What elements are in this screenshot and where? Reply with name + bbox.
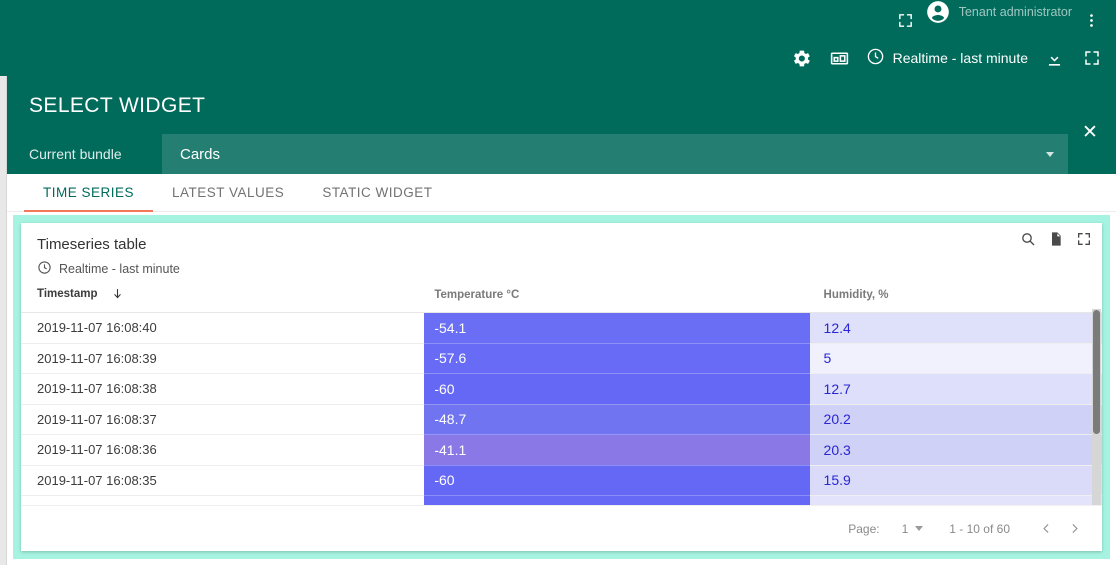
clock-icon — [866, 47, 885, 69]
gear-icon[interactable] — [790, 46, 814, 70]
cell-humidity: 5 — [809, 343, 1102, 374]
table-row[interactable]: 2019-11-07 16:08:39 -57.6 5 — [21, 343, 1102, 374]
chevron-right-icon[interactable] — [1060, 515, 1088, 543]
column-label: Timestamp — [37, 288, 98, 300]
account-circle-icon — [925, 0, 951, 25]
more-vert-icon[interactable] — [1076, 5, 1106, 35]
chevron-left-icon[interactable] — [1032, 515, 1060, 543]
paginator-page-label: Page: — [848, 521, 880, 536]
cell-timestamp: 2019-11-07 16:08:36 — [21, 434, 425, 466]
cell-temperature: -57.6 — [424, 343, 810, 374]
cell-humidity: 12.7 — [809, 373, 1102, 405]
tab-label: LATEST VALUES — [172, 185, 285, 200]
top-app-bar: Tenant administrator — [0, 0, 1116, 40]
bundle-select[interactable]: Cards — [162, 134, 1068, 174]
paginator-range-label: 1 - 10 of 60 — [949, 521, 1010, 536]
user-account[interactable]: Tenant administrator — [925, 0, 1072, 25]
column-label: Temperature °C — [434, 289, 520, 301]
tab-latest-values[interactable]: LATEST VALUES — [153, 174, 303, 211]
table-row[interactable]: 2019-11-07 16:08:40 -54.1 12.4 — [21, 312, 1102, 344]
dashboard-layout-icon[interactable] — [828, 46, 852, 70]
table-head: Timestamp Temperature °C Humidity, % — [21, 287, 1102, 313]
table-scroll-area[interactable]: Timestamp Temperature °C Humidity, % 201… — [21, 287, 1102, 515]
select-widget-dialog: SELECT WIDGET ✕ Current bundle Cards TIM… — [7, 76, 1116, 565]
cell-temperature: -60 — [424, 465, 810, 496]
paginator-page-value: 1 — [901, 521, 909, 536]
paginator-page-select[interactable]: 1 — [902, 522, 924, 536]
chevron-down-icon — [915, 526, 924, 531]
column-header-temperature[interactable]: Temperature °C — [424, 287, 810, 313]
widget-header: Timeseries table Realtime - last minute — [21, 223, 1102, 278]
fullscreen-icon[interactable] — [1080, 46, 1104, 70]
tab-time-series[interactable]: TIME SERIES — [24, 174, 154, 212]
app-root: Tenant administrator Realtime - last min… — [0, 0, 1116, 565]
table-body: 2019-11-07 16:08:40 -54.1 12.4 2019-11-07 1… — [21, 312, 1102, 515]
cell-temperature: -41.1 — [424, 434, 810, 466]
export-document-icon[interactable] — [1048, 231, 1064, 247]
column-header-timestamp[interactable]: Timestamp — [21, 287, 425, 313]
cell-temperature: -60 — [424, 373, 810, 405]
cell-timestamp: 2019-11-07 16:08:38 — [21, 373, 425, 405]
table-paginator: Page: 1 1 - 10 of 60 — [21, 505, 1102, 551]
page-title: SELECT WIDGET — [29, 94, 206, 117]
table-row[interactable]: 2019-11-07 16:08:38 -60 12.7 — [21, 373, 1102, 405]
fullscreen-icon[interactable] — [891, 5, 921, 35]
cell-timestamp: 2019-11-07 16:08:37 — [21, 404, 425, 435]
cell-humidity: 20.2 — [809, 404, 1102, 435]
column-label: Humidity, % — [823, 289, 889, 301]
fullscreen-icon[interactable] — [1076, 231, 1092, 247]
scrollbar-thumb[interactable] — [1093, 310, 1100, 434]
time-window-selector[interactable]: Realtime - last minute — [866, 47, 1028, 69]
widget-preview-highlight[interactable]: Timeseries table Realtime - last minute — [13, 215, 1110, 559]
cell-humidity: 12.4 — [809, 312, 1102, 344]
tab-label: TIME SERIES — [43, 185, 135, 200]
cell-timestamp: 2019-11-07 16:08:39 — [21, 343, 425, 374]
search-icon[interactable] — [1020, 231, 1036, 247]
table-header-row: Timestamp Temperature °C Humidity, % — [21, 287, 1102, 313]
table-row[interactable]: 2019-11-07 16:08:36 -41.1 20.3 — [21, 434, 1102, 466]
dialog-header: SELECT WIDGET ✕ Current bundle Cards — [7, 76, 1116, 174]
time-window-label: Realtime - last minute — [892, 50, 1028, 66]
column-header-humidity[interactable]: Humidity, % — [809, 287, 1102, 313]
background-page-strip — [0, 0, 7, 565]
table-row[interactable]: 2019-11-07 16:08:35 -60 15.9 — [21, 465, 1102, 496]
widget-actions — [1020, 231, 1092, 247]
cell-temperature: -48.7 — [424, 404, 810, 435]
arrow-down-icon — [111, 287, 124, 303]
cell-timestamp: 2019-11-07 16:08:40 — [21, 312, 425, 344]
user-name-label: Tenant administrator — [958, 5, 1072, 19]
table-vertical-scrollbar[interactable] — [1092, 309, 1101, 515]
bundle-selected-value: Cards — [180, 145, 221, 163]
bundle-label: Current bundle — [29, 146, 122, 162]
dashboard-toolbar: Realtime - last minute — [0, 40, 1116, 76]
bundle-row: Current bundle Cards — [7, 134, 1116, 174]
download-icon[interactable] — [1042, 46, 1066, 70]
tab-static-widget[interactable]: STATIC WIDGET — [303, 174, 451, 211]
cell-humidity: 20.3 — [809, 434, 1102, 466]
chevron-down-icon — [1046, 151, 1054, 157]
widget-subtitle: Realtime - last minute — [37, 260, 1086, 278]
cell-humidity: 15.9 — [809, 465, 1102, 496]
cell-temperature: -54.1 — [424, 312, 810, 344]
clock-icon — [37, 260, 52, 278]
table-row[interactable]: 2019-11-07 16:08:37 -48.7 20.2 — [21, 404, 1102, 435]
timeseries-table-widget[interactable]: Timeseries table Realtime - last minute — [21, 223, 1102, 551]
cell-timestamp: 2019-11-07 16:08:35 — [21, 465, 425, 496]
widget-title: Timeseries table — [37, 236, 147, 253]
timeseries-table: Timestamp Temperature °C Humidity, % 201… — [21, 287, 1102, 515]
tab-label: STATIC WIDGET — [322, 185, 433, 200]
widget-type-tabs: TIME SERIES LATEST VALUES STATIC WIDGET — [7, 174, 1116, 212]
widget-subtitle-label: Realtime - last minute — [59, 262, 180, 276]
